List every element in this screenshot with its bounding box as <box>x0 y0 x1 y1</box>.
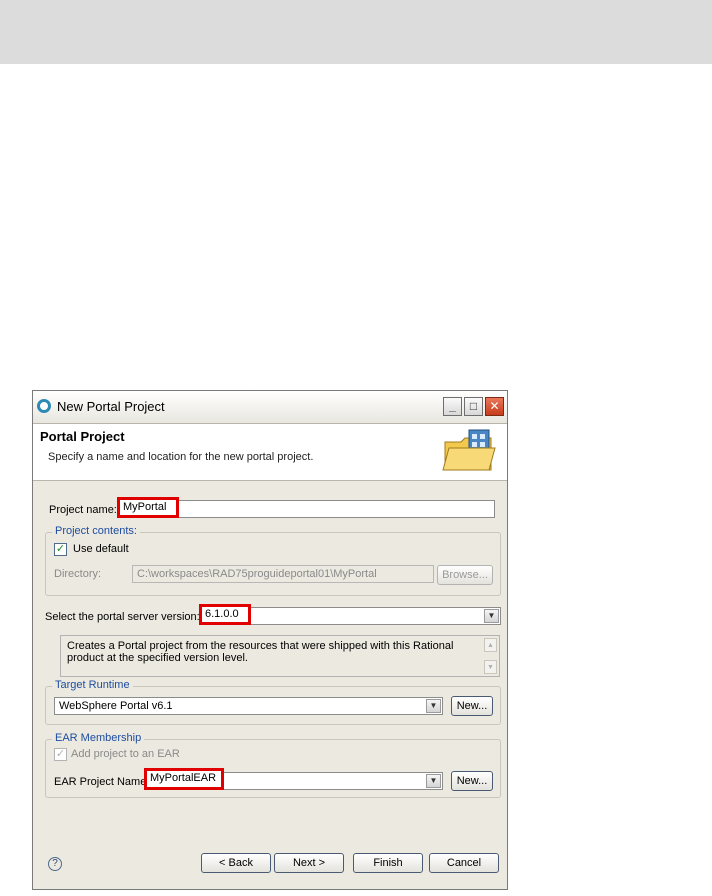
project-contents-title: Project contents: <box>52 525 140 537</box>
server-version-label: Select the portal server version: <box>45 611 200 623</box>
window-title: New Portal Project <box>57 399 165 414</box>
minimize-button[interactable]: _ <box>443 397 462 416</box>
server-version-description-text: Creates a Portal project from the resour… <box>67 640 454 664</box>
wizard-content: Project name: MyPortal Project contents:… <box>33 481 507 889</box>
directory-label: Directory: <box>54 568 102 580</box>
new-portal-project-dialog: New Portal Project _ □ ✕ Portal Project … <box>32 390 508 890</box>
ear-membership-group: EAR Membership ✓ Add project to an EAR E… <box>45 732 501 798</box>
project-name-label: Project name: <box>49 504 117 516</box>
back-button[interactable]: < Back <box>201 853 271 873</box>
scroll-up-icon[interactable]: ▲ <box>484 638 497 652</box>
title-bar[interactable]: New Portal Project _ □ ✕ <box>33 391 507 424</box>
target-runtime-title: Target Runtime <box>52 679 133 691</box>
ear-project-name-label: EAR Project Name: <box>54 776 150 788</box>
browse-button[interactable]: Browse... <box>437 565 493 585</box>
cancel-button[interactable]: Cancel <box>429 853 499 873</box>
maximize-button[interactable]: □ <box>464 397 483 416</box>
help-icon[interactable]: ? <box>48 857 62 871</box>
add-to-ear-checkbox[interactable]: ✓ <box>54 748 67 761</box>
eclipse-icon <box>37 399 51 413</box>
project-contents-group: Project contents: ✓ Use default Director… <box>45 525 501 596</box>
chevron-down-icon[interactable]: ▼ <box>426 774 441 788</box>
use-default-label: Use default <box>73 543 129 555</box>
next-button[interactable]: Next > <box>274 853 344 873</box>
server-version-highlight: 6.1.0.0 <box>199 604 251 625</box>
use-default-checkbox[interactable]: ✓ <box>54 543 67 556</box>
directory-input[interactable]: C:\workspaces\RAD75proguideportal01\MyPo… <box>132 565 434 583</box>
target-runtime-new-button[interactable]: New... <box>451 696 493 716</box>
portal-folder-icon <box>442 429 496 471</box>
chevron-down-icon[interactable]: ▼ <box>484 609 499 623</box>
ear-project-name-highlight: MyPortalEAR <box>144 768 224 790</box>
wizard-page-title: Portal Project <box>40 429 125 444</box>
target-runtime-select[interactable]: WebSphere Portal v6.1 ▼ <box>54 697 443 715</box>
project-name-highlight: MyPortal <box>117 497 179 518</box>
wizard-page-description: Specify a name and location for the new … <box>48 451 314 463</box>
ear-membership-title: EAR Membership <box>52 732 145 744</box>
close-button[interactable]: ✕ <box>485 397 504 416</box>
target-runtime-group: Target Runtime WebSphere Portal v6.1 ▼ N… <box>45 679 501 725</box>
scroll-down-icon[interactable]: ▼ <box>484 660 497 674</box>
finish-button[interactable]: Finish <box>353 853 423 873</box>
ear-new-button[interactable]: New... <box>451 771 493 791</box>
server-version-description: Creates a Portal project from the resour… <box>60 635 500 677</box>
target-runtime-value: WebSphere Portal v6.1 <box>59 700 173 712</box>
chevron-down-icon[interactable]: ▼ <box>426 699 441 713</box>
wizard-header: Portal Project Specify a name and locati… <box>33 424 507 481</box>
top-gray-band <box>0 0 712 64</box>
add-to-ear-label: Add project to an EAR <box>71 748 180 760</box>
